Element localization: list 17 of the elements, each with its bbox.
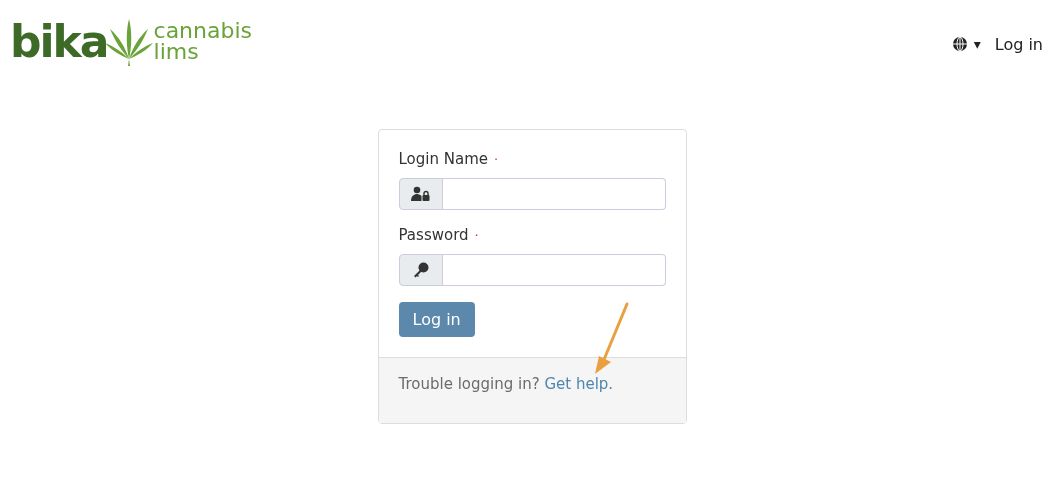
key-icon (412, 262, 429, 278)
user-lock-icon (410, 186, 431, 202)
required-mark: · (494, 151, 499, 167)
input-field[interactable] (442, 254, 666, 286)
field-label: Login Name (398, 150, 488, 168)
logo-tagline: cannabis (153, 21, 252, 42)
globe-icon (951, 36, 968, 52)
login-button[interactable]: Log in (398, 302, 475, 337)
required-mark: · (474, 227, 479, 243)
logo-tagline: lims (153, 42, 200, 63)
logo-wordmark: bika (10, 20, 108, 64)
field-label: Password (398, 226, 469, 244)
login-link[interactable]: Log in (994, 34, 1043, 54)
help-link[interactable]: Get help. (544, 375, 614, 393)
input-field[interactable] (442, 178, 666, 210)
language-menu[interactable]: ▾ (951, 36, 981, 52)
help-text: Trouble logging in? Get help. (398, 375, 615, 393)
